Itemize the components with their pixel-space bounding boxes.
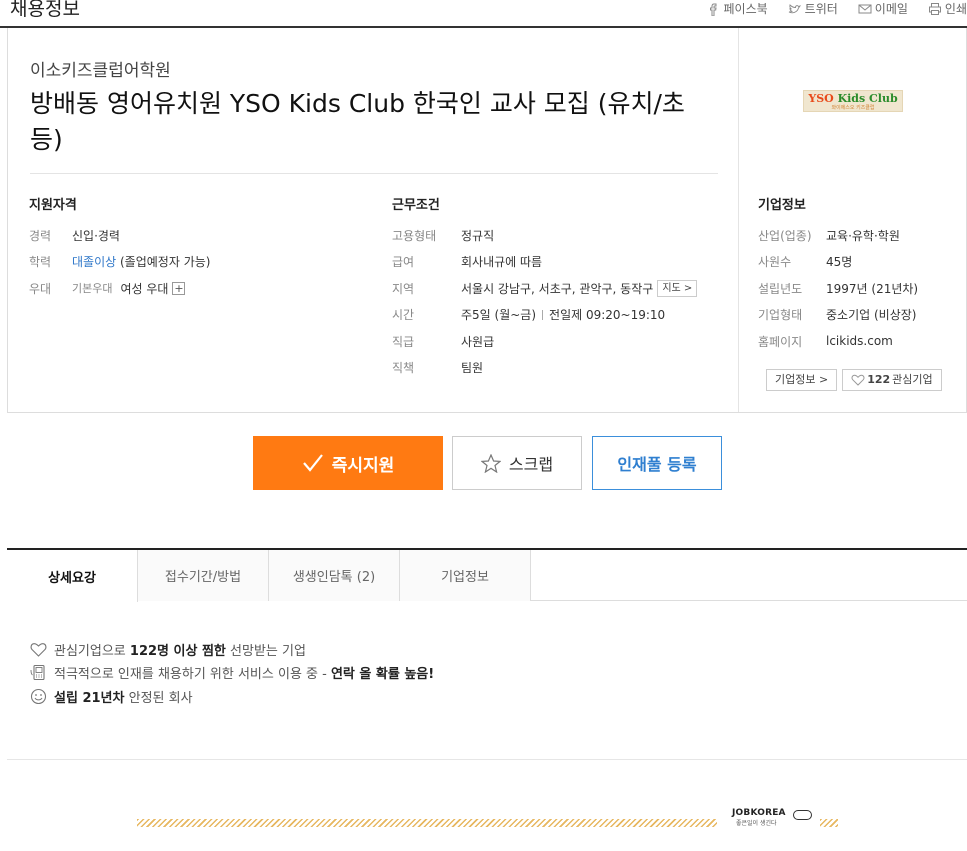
footer-stripe [820, 819, 838, 827]
tab-details[interactable]: 상세요강 [7, 550, 138, 602]
conditions-section: 근무조건 고용형태 정규직 급여 회사내규에 따름 지역 서울시 강남구, 서초… [392, 194, 698, 381]
page-title: 채용정보 [10, 0, 80, 20]
position-row: 직책 팀원 [392, 361, 484, 376]
talent-pool-button[interactable]: 인재풀 등록 [592, 436, 722, 490]
facebook-icon [710, 3, 718, 16]
tab-hr-talk[interactable]: 생생인담톡 (2) [269, 550, 400, 601]
print-icon [928, 2, 941, 15]
company-type-row: 기업형태 중소기업 (비상장) [758, 308, 917, 323]
detail-tabs: 상세요강 접수기간/방법 생생인담톡 (2) 기업정보 [7, 548, 967, 602]
education-note: (졸업예정자 가능) [120, 255, 211, 270]
share-label: 인쇄 [944, 2, 967, 16]
email-icon [858, 4, 872, 13]
industry-row: 산업(업종) 교육·유학·학원 [758, 228, 900, 243]
preference-row: 우대 기본우대 여성 우대 + [29, 281, 186, 296]
section-heading: 지원자격 [29, 198, 77, 213]
logo-subtext: 와이에스오 키즈클럽 [831, 105, 875, 111]
share-facebook[interactable]: 페이스북 [706, 0, 768, 17]
more-preferences-button[interactable]: + [172, 281, 186, 295]
company-info-button[interactable]: 기업정보 > [766, 369, 838, 391]
section-heading: 근무조건 [392, 198, 440, 213]
qualifications-section: 지원자격 경력 신입·경력 학력 대졸이상 (졸업예정자 가능) 우대 기본우대… [29, 194, 210, 302]
experience-value: 신입·경력 [72, 228, 120, 243]
preference-value: 여성 우대 [120, 281, 169, 296]
education-value: 대졸이상 [72, 255, 117, 270]
region-row: 지역 서울시 강남구, 서초구, 관악구, 동작구 지도 > [392, 275, 698, 302]
jobkorea-logo: JOBKOREA 좋은일이 생긴다 [732, 808, 814, 827]
tab-company-info[interactable]: 기업정보 [400, 550, 531, 601]
star-icon [480, 453, 501, 473]
founded-row: 설립년도 1997년 (21년차) [758, 281, 919, 296]
feature-popular: 관심기업으로 122명 이상 찜한 선망받는 기업 [30, 640, 306, 659]
company-name[interactable]: 이소키즈클럽어학원 [30, 56, 171, 81]
heart-icon [851, 374, 865, 386]
apply-now-button[interactable]: 즉시지원 [253, 436, 443, 490]
share-label: 이메일 [874, 2, 908, 16]
tab-application-period[interactable]: 접수기간/방법 [138, 550, 269, 601]
smile-icon [30, 688, 47, 705]
scrap-button[interactable]: 스크랩 [452, 436, 582, 490]
time-row: 시간 주5일 (월~금) 전일제 09:20~19:10 [392, 308, 666, 323]
salary-row: 급여 회사내규에 따름 [392, 255, 543, 270]
feature-active-hiring: 적극적으로 인재를 채용하기 위한 서비스 이용 중 - 연락 올 확률 높음! [30, 663, 434, 682]
rank-row: 직급 사원급 [392, 334, 495, 349]
company-info-section: 기업정보 산업(업종) 교육·유학·학원 사원수 45명 설립년도 1997년 … [758, 194, 918, 355]
education-row: 학력 대졸이상 (졸업예정자 가능) [29, 255, 211, 270]
top-bar: 채용정보 페이스북 트위터 이메일 인쇄 [0, 0, 967, 28]
homepage-link[interactable]: lcikids.com [826, 334, 893, 348]
share-print[interactable]: 인쇄 [928, 0, 967, 17]
feature-stable-company: 설립 21년차 안정된 회사 [30, 687, 193, 706]
employment-type-row: 고용형태 정규직 [392, 228, 495, 243]
twitter-icon [788, 3, 801, 13]
homepage-row: 홈페이지 lcikids.com [758, 334, 893, 349]
heart-icon [30, 643, 47, 657]
share-twitter[interactable]: 트위터 [788, 0, 838, 17]
check-icon [302, 454, 323, 472]
experience-row: 경력 신입·경력 [29, 228, 120, 243]
phone-icon [30, 664, 45, 681]
job-summary-card: 이소키즈클럽어학원 방배동 영어유치원 YSO Kids Club 한국인 교사… [7, 28, 967, 413]
interest-company-button[interactable]: 122 관심기업 [842, 369, 942, 391]
company-logo[interactable]: YSO Kids Club 와이에스오 키즈클럽 [803, 90, 903, 112]
share-label: 트위터 [804, 2, 838, 16]
interest-count: 122 [867, 373, 891, 386]
share-bar: 페이스북 트위터 이메일 인쇄 [706, 0, 967, 17]
share-label: 페이스북 [723, 2, 768, 16]
share-email[interactable]: 이메일 [858, 0, 908, 17]
map-button[interactable]: 지도 > [657, 279, 698, 297]
footer-stripe [137, 819, 717, 827]
section-heading: 기업정보 [758, 198, 806, 213]
employees-row: 사원수 45명 [758, 255, 853, 270]
job-title: 방배동 영어유치원 YSO Kids Club 한국인 교사 모집 (유치/초등… [30, 89, 685, 154]
